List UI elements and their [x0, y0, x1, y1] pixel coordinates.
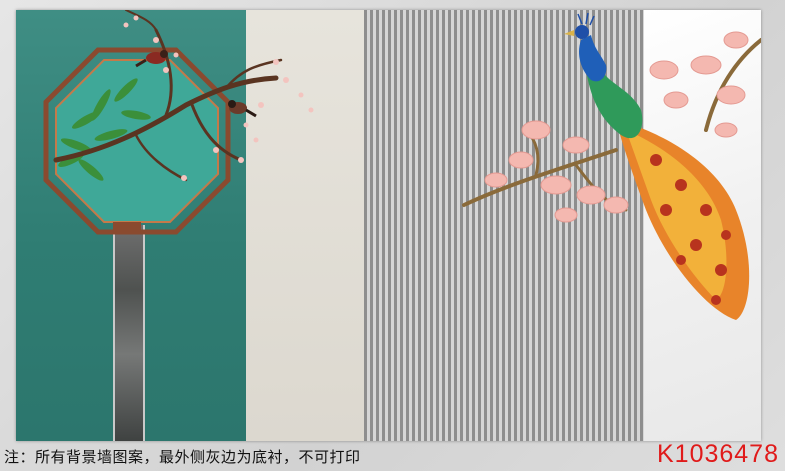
- mural-artwork: [43, 10, 761, 320]
- peacock: [564, 12, 750, 320]
- print-notice: 注：所有背景墙图案，最外侧灰边为底衬，不可打印: [4, 448, 361, 466]
- product-code: K1036478: [656, 440, 779, 468]
- wallpaper-mural: [16, 10, 761, 441]
- sparrow-bird: [228, 100, 257, 118]
